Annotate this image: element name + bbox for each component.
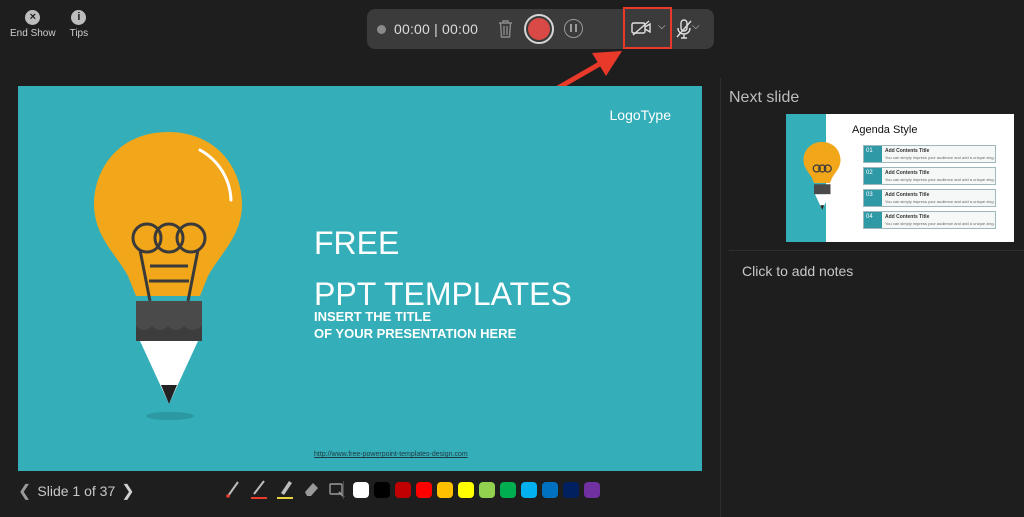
agenda-item-desc: You can simply impress your audience and… xyxy=(885,177,995,182)
ink-color-swatch[interactable] xyxy=(395,482,411,498)
agenda-item-title: Add Contents Title xyxy=(885,214,930,220)
top-left-controls: × End Show i Tips xyxy=(10,10,88,39)
camera-options-chevron-icon[interactable]: ⌵ xyxy=(658,21,666,32)
ink-color-swatch[interactable] xyxy=(437,482,453,498)
ink-color-swatch[interactable] xyxy=(374,482,390,498)
agenda-item-title: Add Contents Title xyxy=(885,170,930,176)
next-slide-label: Next slide xyxy=(729,89,800,106)
ink-color-swatch[interactable] xyxy=(542,482,558,498)
slide-subtitle-line1: INSERT THE TITLE xyxy=(314,309,431,324)
slide-logo-text: LogoType xyxy=(609,107,672,123)
notes-separator xyxy=(729,250,1024,251)
laser-pointer-icon[interactable] xyxy=(224,478,242,500)
thumbnail-agenda-item: 02 Add Contents Title You can simply imp… xyxy=(863,167,996,185)
agenda-item-number: 01 xyxy=(864,146,882,162)
thumbnail-agenda-item: 03 Add Contents Title You can simply imp… xyxy=(863,189,996,207)
agenda-item-number: 02 xyxy=(864,168,882,184)
pen-icon[interactable] xyxy=(250,478,268,500)
ink-color-swatch[interactable] xyxy=(563,482,579,498)
toolbar-separator xyxy=(343,481,344,499)
thumbnail-agenda-item: 01 Add Contents Title You can simply imp… xyxy=(863,145,996,163)
previous-slide-icon[interactable]: ❮ xyxy=(18,481,31,501)
ink-color-swatch[interactable] xyxy=(353,482,369,498)
ink-color-swatch[interactable] xyxy=(521,482,537,498)
thumbnail-title: Agenda Style xyxy=(852,124,918,136)
slide-counter: Slide 1 of 37 xyxy=(37,483,116,499)
ink-color-swatch[interactable] xyxy=(416,482,432,498)
agenda-item-desc: You can simply impress your audience and… xyxy=(885,155,995,160)
close-icon: × xyxy=(25,10,41,25)
thumbnail-agenda-item: 04 Add Contents Title You can simply imp… xyxy=(863,211,996,229)
next-slide-icon[interactable]: ❯ xyxy=(121,481,134,501)
slide-title: FREE PPT TEMPLATES xyxy=(314,218,572,320)
trash-icon[interactable] xyxy=(497,19,514,39)
agenda-item-desc: You can simply impress your audience and… xyxy=(885,221,995,226)
slide-navigation: ❮ Slide 1 of 37 ❯ xyxy=(18,481,135,501)
ink-color-swatches xyxy=(353,482,600,498)
ink-color-swatch[interactable] xyxy=(458,482,474,498)
tips-label: Tips xyxy=(69,28,89,39)
agenda-item-desc: You can simply impress your audience and… xyxy=(885,199,995,204)
mic-options-chevron-icon[interactable]: ⌵ xyxy=(692,21,700,32)
record-button[interactable] xyxy=(524,14,554,44)
eraser-icon[interactable] xyxy=(302,478,320,500)
agenda-item-number: 04 xyxy=(864,212,882,228)
end-show-label: End Show xyxy=(10,28,56,39)
pause-button[interactable] xyxy=(564,19,583,38)
notes-area[interactable]: Click to add notes xyxy=(742,263,853,279)
info-icon: i xyxy=(71,10,87,25)
thumbnail-lightbulb-illustration xyxy=(803,142,841,210)
agenda-item-title: Add Contents Title xyxy=(885,192,930,198)
ink-color-swatch[interactable] xyxy=(500,482,516,498)
slide-subtitle-line2: OF YOUR PRESENTATION HERE xyxy=(314,325,517,341)
tips-button[interactable]: i Tips xyxy=(69,10,89,39)
recording-time: 00:00 | 00:00 xyxy=(394,21,479,37)
slide-url-link[interactable]: http://www.free-powerpoint-templates-des… xyxy=(314,451,468,458)
recording-indicator-icon xyxy=(377,25,386,34)
slide-title-line1: FREE xyxy=(314,225,400,261)
ink-color-swatch[interactable] xyxy=(479,482,495,498)
pane-divider xyxy=(720,78,721,517)
current-slide[interactable]: LogoType FREE PPT TEMPLATES INSERT THE T… xyxy=(18,86,702,471)
agenda-item-title: Add Contents Title xyxy=(885,148,930,154)
agenda-item-number: 03 xyxy=(864,190,882,206)
camera-off-icon[interactable] xyxy=(631,20,653,36)
lightbulb-pencil-illustration xyxy=(94,132,242,420)
next-slide-thumbnail[interactable]: Agenda Style 01 Add Contents Title You c… xyxy=(786,114,1014,242)
end-show-button[interactable]: × End Show xyxy=(10,10,56,39)
highlighter-icon[interactable] xyxy=(276,478,294,500)
recording-toolbar: 00:00 | 00:00 ⌵ ⌵ xyxy=(367,7,714,49)
mic-off-icon[interactable] xyxy=(676,19,692,39)
ink-color-swatch[interactable] xyxy=(584,482,600,498)
pen-toolbar xyxy=(224,478,346,500)
slide-subtitle: INSERT THE TITLE OF YOUR PRESENTATION HE… xyxy=(314,309,554,343)
